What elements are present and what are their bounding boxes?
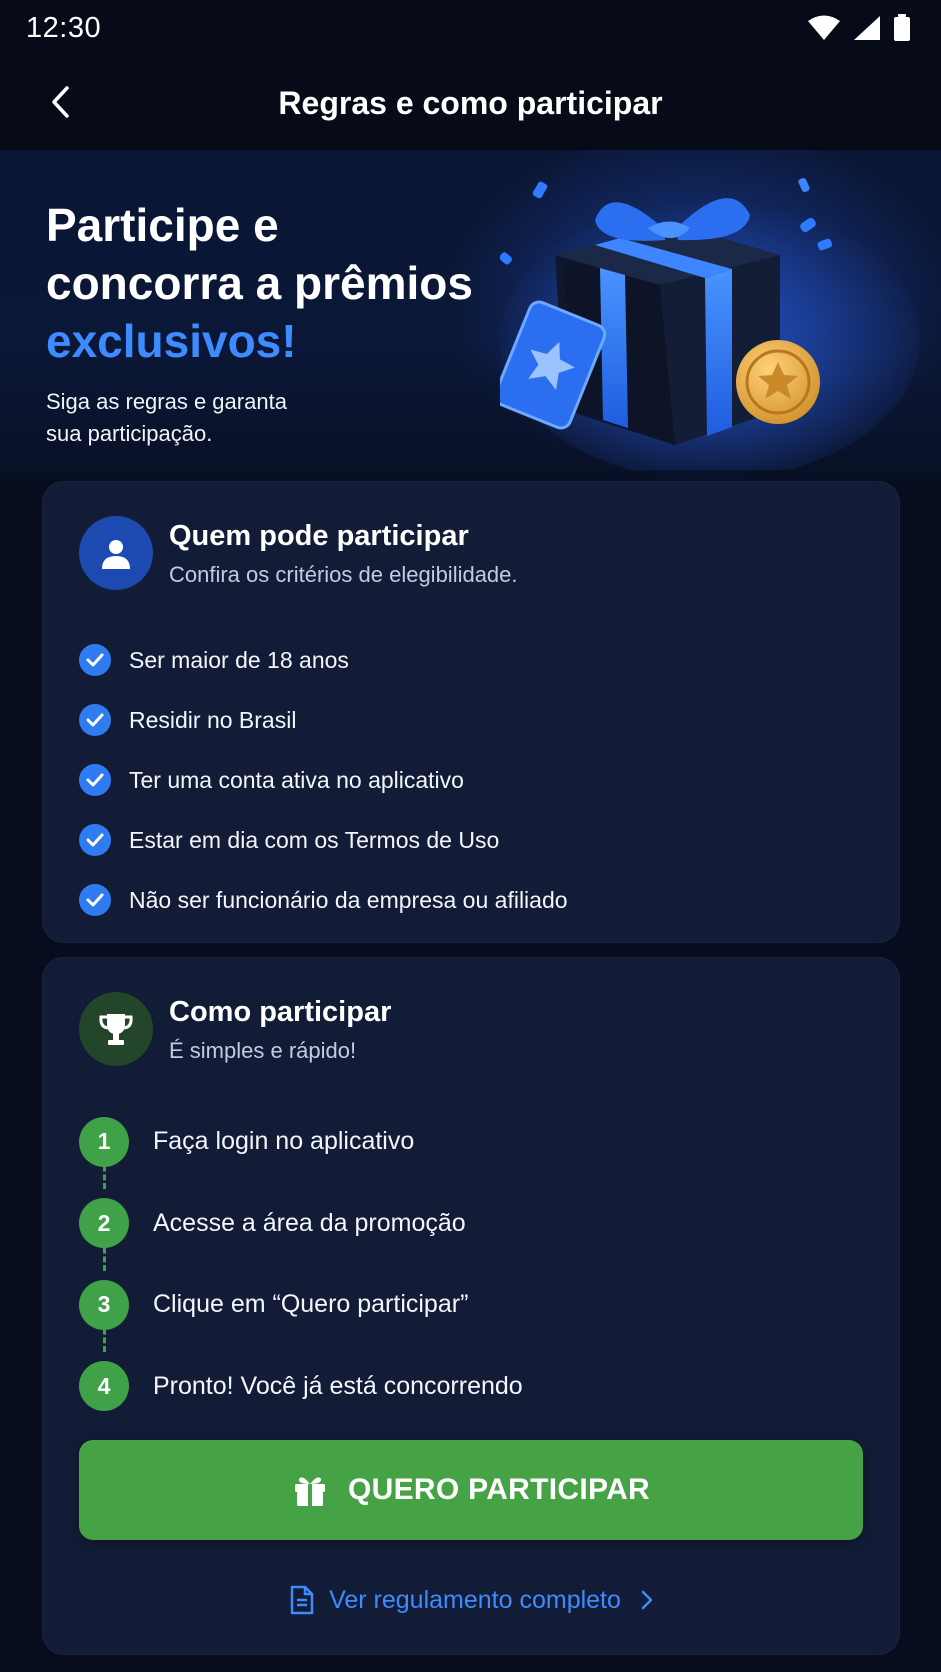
step-number: 4 — [79, 1361, 129, 1412]
hero-banner: Participe e concorra a prêmios exclusivo… — [0, 150, 941, 480]
list-item: Estar em dia com os Termos de Uso — [79, 810, 859, 870]
step-text: Pronto! Você já está concorrendo — [153, 1371, 523, 1400]
list-item: Não ser funcionário da empresa ou afilia… — [79, 870, 859, 930]
list-item: Residir no Brasil — [79, 690, 859, 750]
how-to-title: Como participar — [169, 996, 392, 1028]
hero-subtitle: Siga as regras e garanta sua participaçã… — [46, 386, 346, 450]
check-circle-icon — [79, 704, 111, 736]
status-icons — [807, 14, 911, 42]
eligibility-card: Quem pode participar Confira os critério… — [42, 481, 900, 943]
step-text: Clique em “Quero participar” — [153, 1290, 469, 1319]
eligibility-title: Quem pode participar — [169, 520, 469, 552]
gift-illustration — [500, 177, 920, 470]
list-item: Ser maior de 18 anos — [79, 630, 859, 690]
chevron-right-icon — [641, 1590, 653, 1610]
step-number: 3 — [79, 1279, 129, 1330]
criteria-list: Ser maior de 18 anos Residir no Brasil T… — [79, 630, 859, 930]
check-circle-icon — [79, 884, 111, 916]
criteria-text: Ter uma conta ativa no aplicativo — [129, 766, 464, 793]
page-title: Regras e como participar — [278, 84, 663, 121]
hero-subtitle-line-2: sua participação. — [46, 421, 213, 446]
app-bar: Regras e como participar — [0, 56, 941, 150]
status-time: 12:30 — [26, 11, 102, 44]
step-text: Acesse a área da promoção — [153, 1208, 466, 1237]
participate-button[interactable]: QUERO PARTICIPAR — [79, 1440, 863, 1540]
eligibility-subtitle: Confira os critérios de elegibilidade. — [169, 562, 518, 587]
step-number: 2 — [79, 1198, 129, 1249]
step-number: 1 — [79, 1116, 129, 1167]
document-icon — [290, 1585, 314, 1615]
gift-icon — [294, 1477, 325, 1506]
step-text: Faça login no aplicativo — [153, 1127, 415, 1156]
list-item: Ter uma conta ativa no aplicativo — [79, 750, 859, 810]
full-rules-link[interactable]: Ver regulamento completo — [43, 1580, 901, 1620]
hero-title-line-2: concorra a prêmios — [46, 257, 473, 309]
participate-button-label: QUERO PARTICIPAR — [347, 1473, 651, 1506]
how-to-avatar — [79, 992, 153, 1066]
check-circle-icon — [79, 644, 111, 676]
signal-icon — [854, 16, 880, 40]
how-to-subtitle: É simples e rápido! — [169, 1038, 357, 1063]
hero-subtitle-line-1: Siga as regras e garanta — [46, 389, 287, 414]
criteria-text: Residir no Brasil — [129, 706, 297, 733]
step-item: 2 Acesse a área da promoção — [79, 1183, 859, 1271]
step-item: 4 Pronto! Você já está concorrendo — [79, 1346, 859, 1428]
check-circle-icon — [79, 764, 111, 796]
chevron-left-icon — [52, 86, 69, 118]
user-icon — [102, 540, 130, 569]
trophy-icon — [99, 1014, 133, 1045]
step-item: 3 Clique em “Quero participar” — [79, 1264, 859, 1352]
wifi-icon — [808, 15, 840, 40]
step-item: 1 Faça login no aplicativo — [79, 1101, 859, 1189]
how-to-card: Como participar É simples e rápido! 1 Fa… — [42, 957, 900, 1655]
hero-title: Participe e concorra a prêmios exclusivo… — [46, 196, 506, 370]
back-button[interactable] — [36, 78, 84, 126]
eligibility-avatar — [79, 516, 153, 590]
status-bar: 12:30 — [0, 0, 941, 56]
full-rules-link-label: Ver regulamento completo — [329, 1585, 621, 1614]
hero-title-line-1: Participe e — [46, 199, 279, 251]
check-circle-icon — [79, 824, 111, 856]
battery-icon — [894, 14, 910, 41]
steps-list: 1 Faça login no aplicativo 2 Acesse a ár… — [79, 1101, 859, 1427]
criteria-text: Não ser funcionário da empresa ou afilia… — [129, 886, 568, 913]
hero-title-accent: exclusivos! — [46, 315, 297, 367]
criteria-text: Estar em dia com os Termos de Uso — [129, 826, 500, 853]
criteria-text: Ser maior de 18 anos — [129, 646, 349, 673]
